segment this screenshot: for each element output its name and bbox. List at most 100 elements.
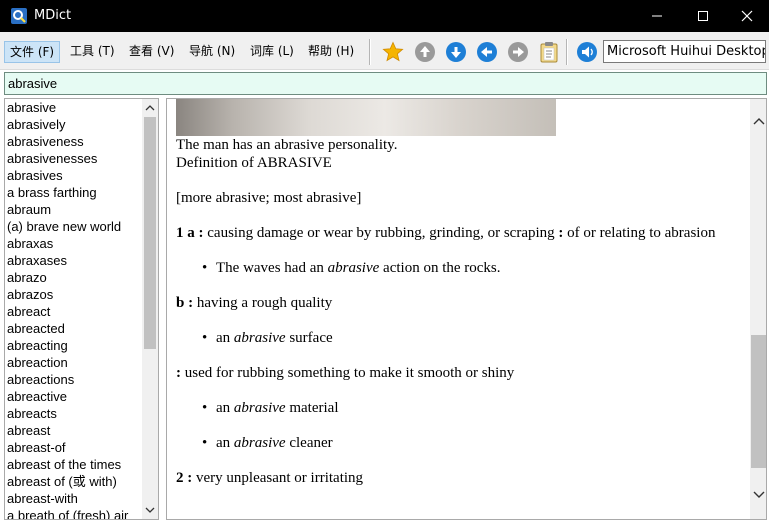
example-headword: abrasive [233, 400, 286, 416]
word-list-item[interactable]: abrasiveness [7, 133, 143, 150]
back-arrow-icon[interactable] [476, 41, 498, 63]
speaker-icon[interactable] [576, 41, 598, 63]
menu-navigate[interactable]: 导航 (N) [184, 41, 240, 63]
word-list-item[interactable]: abrazos [7, 286, 143, 303]
definition-content: The man has an abrasive personality. Def… [176, 99, 746, 487]
word-list-item[interactable]: abreast of (或 with) [7, 473, 143, 490]
example-sentence: an abrasive material [202, 399, 746, 417]
word-list-scrollbar[interactable] [142, 99, 158, 519]
sense-1b: b : having a rough quality [176, 294, 746, 312]
window-title: MDict [34, 8, 72, 23]
example-text: an [216, 330, 234, 346]
example-sentence: an abrasive cleaner [202, 434, 746, 452]
sense-text: having a rough quality [196, 295, 333, 311]
example-text: cleaner [285, 435, 333, 451]
toolbar-separator [566, 39, 568, 65]
sense-label: b : [176, 295, 194, 311]
word-list-item[interactable]: abreactions [7, 371, 143, 388]
word-list-item[interactable]: a breath of (fresh) air [7, 507, 143, 519]
next-entry-down-icon[interactable] [445, 41, 467, 63]
example-text: action on the rocks. [379, 260, 501, 276]
sense-1c: : used for rubbing something to make it … [176, 364, 746, 382]
mdict-app-icon [11, 8, 27, 24]
definition-scrollbar[interactable] [750, 99, 766, 519]
word-list-item[interactable]: abreacted [7, 320, 143, 337]
word-list-panel: abrasive abrasively abrasiveness abrasivene… [4, 98, 159, 520]
title-bar: MDict [0, 0, 769, 32]
minimize-icon [652, 15, 662, 17]
chevron-up-icon [145, 105, 155, 111]
chevron-down-icon [145, 507, 155, 513]
scroll-down-button[interactable] [750, 487, 766, 503]
word-list-item[interactable]: abreast of the times [7, 456, 143, 473]
menu-library[interactable]: 词库 (L) [245, 41, 299, 63]
chevron-down-icon [753, 491, 764, 498]
close-icon [741, 10, 753, 22]
favorite-star-icon[interactable] [382, 41, 404, 63]
word-list-item[interactable]: abreacting [7, 337, 143, 354]
sense-text: causing damage or wear by rubbing, grind… [207, 225, 555, 241]
word-list-item[interactable]: abrasives [7, 167, 143, 184]
inflected-forms: [more abrasive; most abrasive] [176, 190, 362, 206]
scroll-thumb[interactable] [144, 117, 156, 349]
word-list-item[interactable]: abrasivenesses [7, 150, 143, 167]
word-list-item[interactable]: abreast-of [7, 439, 143, 456]
close-button[interactable] [724, 0, 769, 32]
chevron-up-icon [753, 118, 764, 125]
image-caption: The man has an abrasive personality. [176, 137, 398, 153]
previous-entry-up-icon[interactable] [414, 41, 436, 63]
entry-heading: Definition of ABRASIVE [176, 155, 332, 171]
example-headword: abrasive [233, 435, 286, 451]
word-list-item[interactable]: abrasive [7, 99, 143, 116]
search-input[interactable] [4, 72, 767, 95]
example-headword: abrasive [327, 260, 380, 276]
word-list-item[interactable]: abraxases [7, 252, 143, 269]
word-list-item[interactable]: (a) brave new world [7, 218, 143, 235]
word-list: abrasive abrasively abrasiveness abrasivene… [7, 99, 143, 519]
voice-dictionary-select[interactable]: Microsoft Huihui Desktop - [603, 40, 766, 63]
word-list-item[interactable]: abreactive [7, 388, 143, 405]
sense-text: very unpleasant or irritating [196, 470, 364, 486]
sense-label: 1 a : [176, 225, 204, 241]
sense-2: 2 : very unpleasant or irritating [176, 469, 746, 487]
menu-view[interactable]: 查看 (V) [124, 41, 179, 63]
sense-label: : [176, 365, 181, 381]
toolbar-separator [369, 39, 371, 65]
word-list-item[interactable]: abrasively [7, 116, 143, 133]
scroll-thumb[interactable] [751, 335, 766, 468]
word-list-item[interactable]: abreaction [7, 354, 143, 371]
clipboard-icon[interactable] [538, 41, 560, 63]
menu-help[interactable]: 帮助 (H) [303, 41, 359, 63]
sense-1a: 1 a : causing damage or wear by rubbing,… [176, 224, 746, 242]
word-list-item[interactable]: abraum [7, 201, 143, 218]
example-text: an [216, 435, 234, 451]
example-sentence: The waves had an abrasive action on the … [202, 259, 746, 277]
sense-text: of or relating to abrasion [567, 225, 716, 241]
maximize-button[interactable] [680, 0, 726, 32]
scroll-down-button[interactable] [142, 502, 158, 518]
sense-label: 2 : [176, 470, 193, 486]
word-list-item[interactable]: abraxas [7, 235, 143, 252]
example-text: The waves had an [216, 260, 328, 276]
word-list-item[interactable]: abreast [7, 422, 143, 439]
sense-label: : [558, 225, 564, 241]
forward-arrow-icon[interactable] [507, 41, 529, 63]
menu-file[interactable]: 文件 (F) [4, 41, 61, 63]
word-list-item[interactable]: abreact [7, 303, 143, 320]
maximize-icon [698, 11, 708, 21]
scroll-up-button[interactable] [142, 100, 158, 116]
example-text: material [285, 400, 339, 416]
minimize-button[interactable] [634, 0, 680, 32]
example-text: an [216, 400, 234, 416]
example-text: surface [285, 330, 333, 346]
example-sentence: an abrasive surface [202, 329, 746, 347]
example-headword: abrasive [233, 330, 286, 346]
word-list-item[interactable]: abrazo [7, 269, 143, 286]
scroll-up-button[interactable] [750, 113, 766, 129]
menu-tools[interactable]: 工具 (T) [65, 41, 120, 63]
sense-text: used for rubbing something to make it sm… [184, 365, 515, 381]
word-list-item[interactable]: a brass farthing [7, 184, 143, 201]
word-list-item[interactable]: abreacts [7, 405, 143, 422]
definition-panel: The man has an abrasive personality. Def… [166, 98, 767, 520]
word-list-item[interactable]: abreast-with [7, 490, 143, 507]
